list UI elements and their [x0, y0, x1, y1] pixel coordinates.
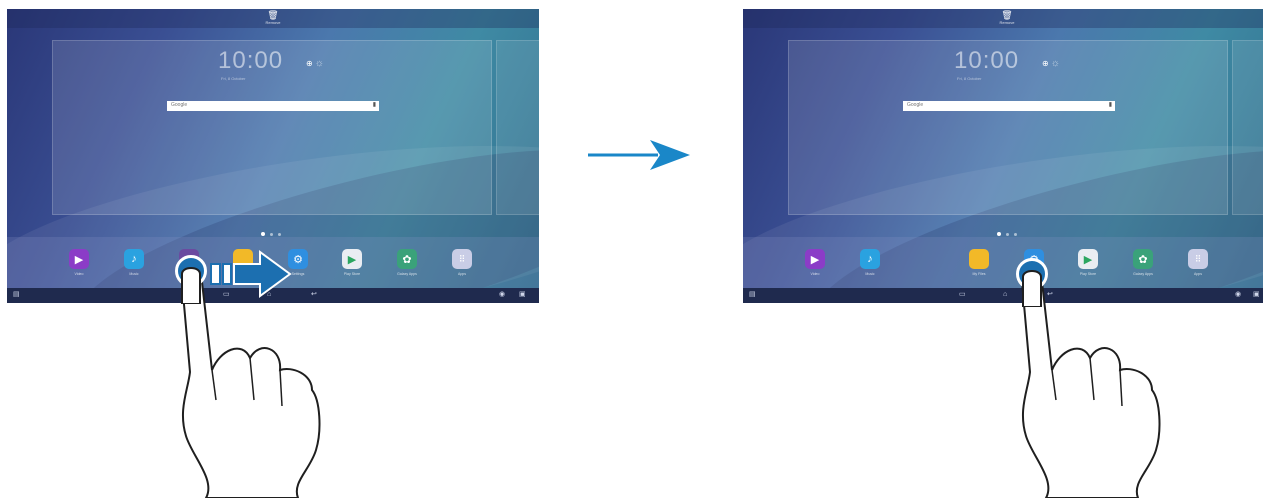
- plus-icon: ⊕: [306, 59, 313, 68]
- app-music[interactable]: ♪ Music: [860, 249, 880, 276]
- app-video[interactable]: ▶ Video: [805, 249, 825, 276]
- music-note-icon: ♪: [860, 249, 880, 269]
- apps-grid-icon: ⠿: [1188, 249, 1208, 269]
- multiwindow-icon[interactable]: ▣: [1253, 291, 1260, 299]
- play-icon: ▶: [69, 249, 89, 269]
- app-my-files[interactable]: My Files: [969, 249, 989, 276]
- galaxy-apps-icon: ✿: [397, 249, 417, 269]
- next-panel-preview[interactable]: [496, 40, 539, 215]
- trash-icon: 🗑: [1001, 10, 1013, 20]
- app-label: Galaxy Apps: [397, 272, 417, 276]
- multiwindow-icon[interactable]: ▣: [519, 291, 526, 299]
- app-apps[interactable]: ⠿ Apps: [452, 249, 472, 276]
- remove-target[interactable]: 🗑 Remove: [265, 10, 281, 26]
- google-search-bar[interactable]: Google ▮: [167, 101, 379, 111]
- sun-icon: ☼: [314, 58, 324, 69]
- notes-icon[interactable]: ▤: [13, 291, 20, 299]
- app-label: Music: [129, 272, 139, 276]
- app-label: Apps: [458, 272, 466, 276]
- remove-target[interactable]: 🗑 Remove: [999, 10, 1015, 26]
- play-icon: ▶: [805, 249, 825, 269]
- mic-icon[interactable]: ▮: [1109, 101, 1112, 108]
- fingertip-left: [181, 267, 201, 304]
- settings-quick-icon[interactable]: ◉: [499, 291, 505, 299]
- search-placeholder: Google: [907, 102, 924, 108]
- app-dock: ▶Video ♪Music My Files ⚙Settings ▶Play S…: [743, 237, 1263, 288]
- app-label: Play Store: [343, 272, 361, 276]
- home-screen-after: 🗑 Remove 10:00 Fri, 8 October ⊕ ☼ Google …: [743, 9, 1263, 303]
- plus-icon: ⊕: [1042, 59, 1049, 68]
- home-icon[interactable]: ⌂: [1003, 291, 1007, 299]
- app-label: Video: [810, 272, 820, 276]
- app-video[interactable]: ▶ Video: [69, 249, 89, 276]
- navigation-bar: ▤ ▭ ⌂ ↩ ◉ ▣: [743, 288, 1263, 303]
- app-music[interactable]: ♪ Music: [124, 249, 144, 276]
- app-galaxy-apps[interactable]: ✿ Galaxy Apps: [397, 249, 417, 276]
- page-dot: [270, 233, 273, 236]
- apps-grid-icon: ⠿: [452, 249, 472, 269]
- app-label: My Files: [972, 272, 986, 276]
- page-dot: [261, 232, 265, 236]
- search-placeholder: Google: [171, 102, 188, 108]
- app-play-store[interactable]: ▶ Play Store: [342, 249, 362, 276]
- music-note-icon: ♪: [124, 249, 144, 269]
- next-panel-preview[interactable]: [1232, 40, 1263, 215]
- app-label: Apps: [1194, 272, 1202, 276]
- remove-label: Remove: [265, 20, 281, 25]
- page-dot: [278, 233, 281, 236]
- trash-icon: 🗑: [267, 10, 279, 20]
- notes-icon[interactable]: ▤: [749, 291, 756, 299]
- transition-arrow: [588, 140, 690, 170]
- app-label: Video: [74, 272, 84, 276]
- folder-icon: [969, 249, 989, 269]
- date-text: Fri, 8 October: [221, 76, 246, 81]
- home-panel-preview[interactable]: 10:00 Fri, 8 October ⊕ ☼ Google ▮: [788, 40, 1228, 215]
- google-search-bar[interactable]: Google ▮: [903, 101, 1115, 111]
- app-apps[interactable]: ⠿ Apps: [1188, 249, 1208, 276]
- weather-widget[interactable]: ⊕ ☼: [1042, 58, 1060, 69]
- settings-quick-icon[interactable]: ◉: [1235, 291, 1241, 299]
- recent-apps-icon[interactable]: ▭: [959, 291, 966, 299]
- clock-widget: 10:00: [218, 47, 284, 74]
- page-dot: [1006, 233, 1009, 236]
- home-panel-preview[interactable]: 10:00 Fri, 8 October ⊕ ☼ Google ▮: [52, 40, 492, 215]
- play-store-icon: ▶: [342, 249, 362, 269]
- page-dot: [997, 232, 1001, 236]
- app-label: Music: [865, 272, 875, 276]
- remove-label: Remove: [999, 20, 1015, 25]
- mic-icon[interactable]: ▮: [373, 101, 376, 108]
- clock-widget: 10:00: [954, 47, 1020, 74]
- page-dot: [1014, 233, 1017, 236]
- fingertip-right: [1022, 270, 1042, 307]
- sun-icon: ☼: [1050, 58, 1060, 69]
- date-text: Fri, 8 October: [957, 76, 982, 81]
- weather-widget[interactable]: ⊕ ☼: [306, 58, 324, 69]
